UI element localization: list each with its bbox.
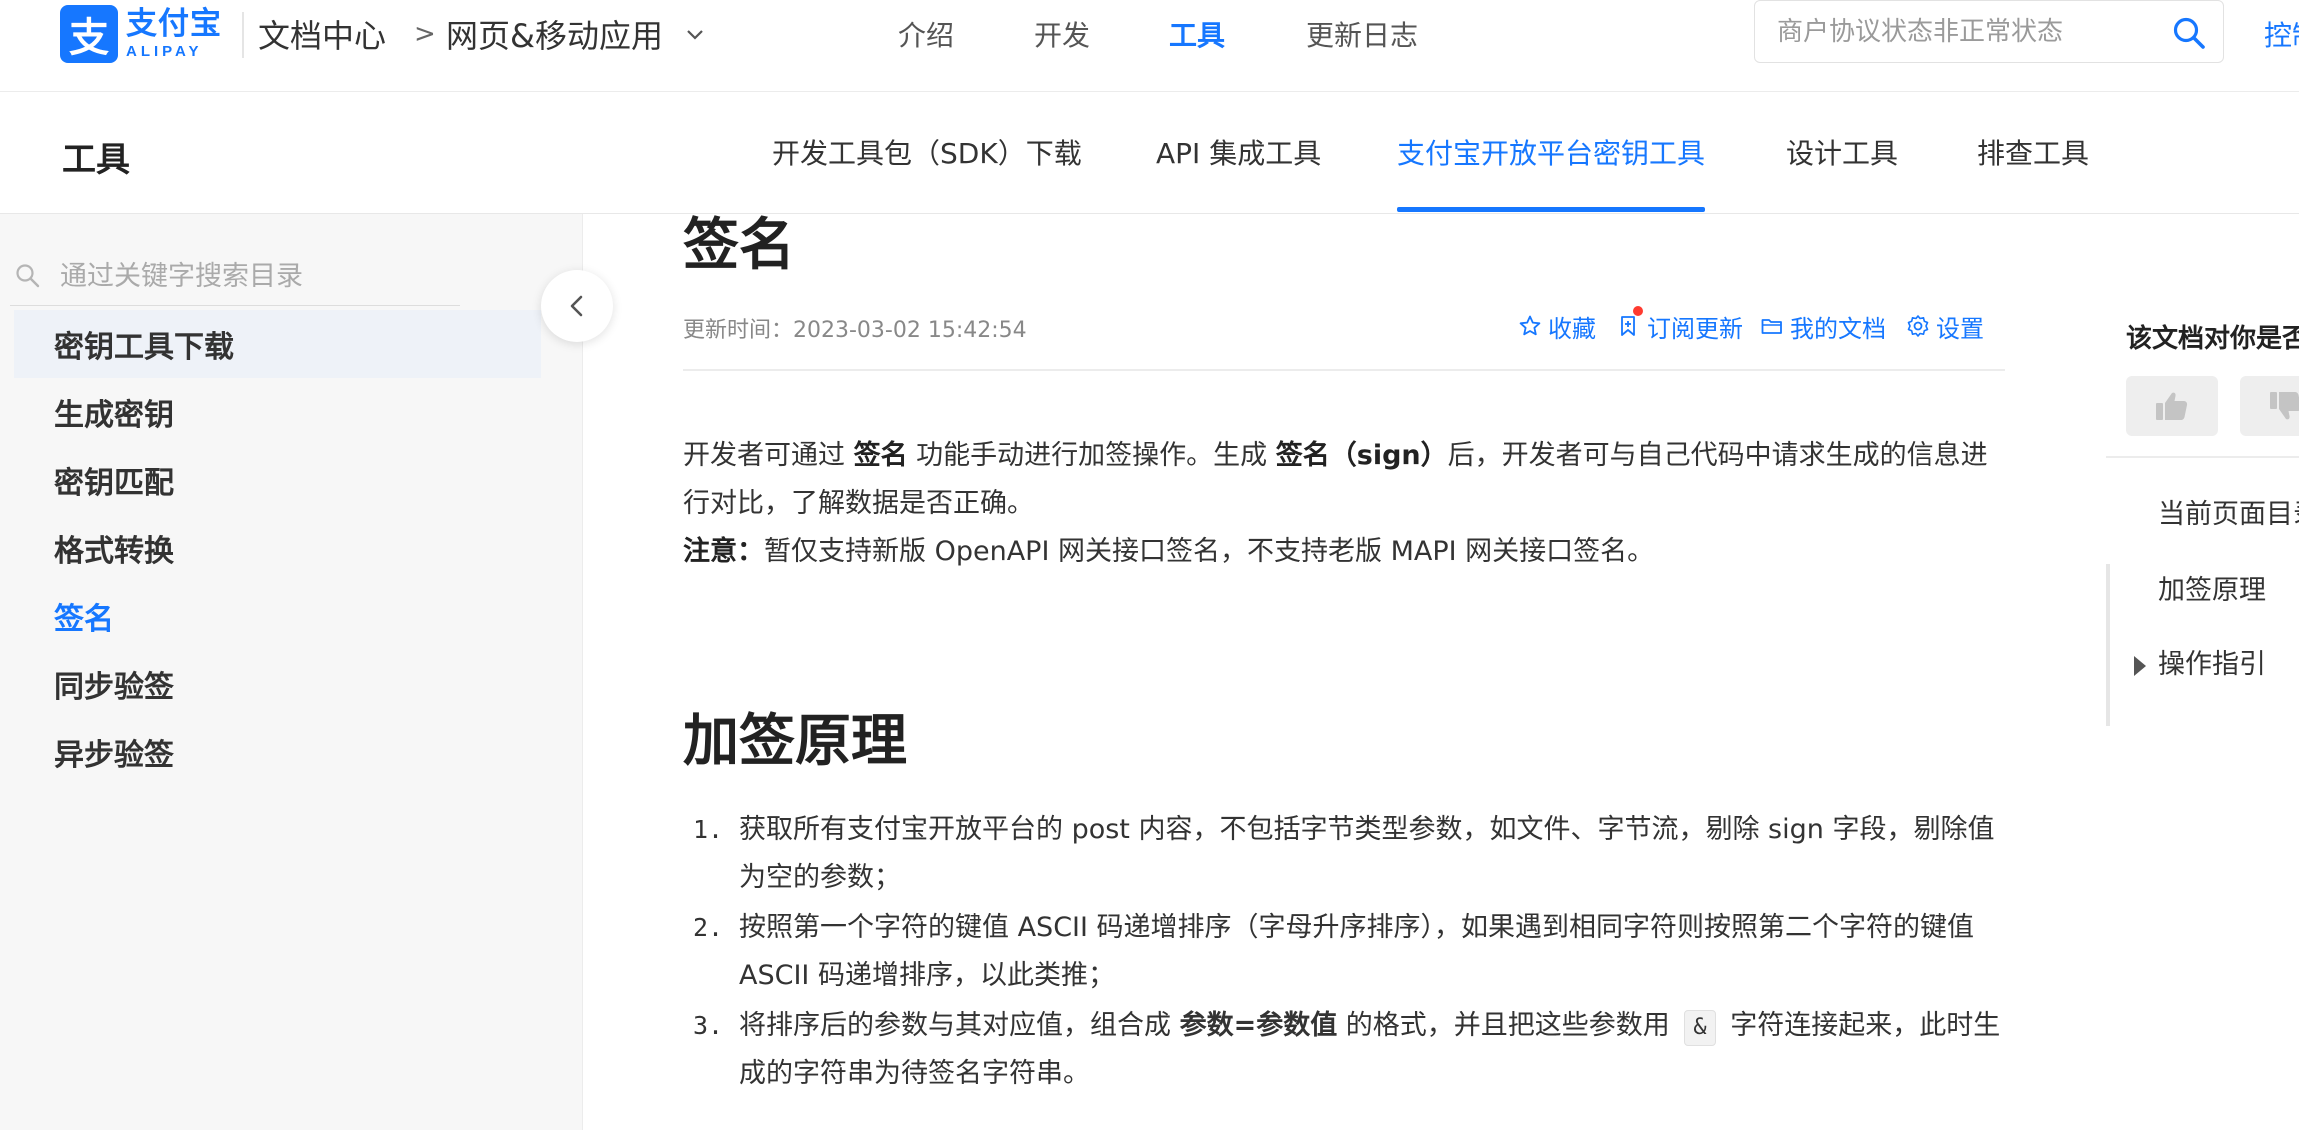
- nav-intro[interactable]: 介绍: [898, 12, 954, 56]
- thumbs-up-button[interactable]: [2126, 376, 2218, 436]
- header-search-input[interactable]: [1777, 11, 2157, 53]
- caret-right-icon[interactable]: [2134, 656, 2146, 676]
- toc-heading: 当前页面目录: [2158, 499, 2299, 530]
- sidebar-item-sync-verify[interactable]: 同步验签: [14, 650, 541, 718]
- nav-tools[interactable]: 工具: [1169, 12, 1225, 56]
- inline-code: &: [1684, 1010, 1716, 1046]
- active-tab-indicator: [1397, 207, 1705, 212]
- console-link[interactable]: 控制台: [2264, 12, 2299, 56]
- list-item: 3. 将排序后的参数与其对应值，组合成 参数=参数值 的格式，并且把这些参数用 &…: [693, 1010, 2001, 1089]
- notification-dot: [1633, 306, 1643, 316]
- logo-cn: 支付宝: [126, 6, 222, 42]
- note-text: 暂仅支持新版 OpenAPI 网关接口签名，不支持老版 MAPI 网关接口签名。: [764, 536, 1655, 567]
- tools-header: 工具 开发工具包（SDK）下载 API 集成工具 支付宝开放平台密钥工具 设计工…: [0, 92, 2299, 214]
- star-icon: [1519, 315, 1541, 336]
- sidebar-search: [10, 250, 460, 306]
- sidebar-item-sign[interactable]: 签名: [14, 582, 541, 650]
- search-icon: [16, 264, 40, 288]
- tab-design-tools[interactable]: 设计工具: [1786, 132, 1898, 172]
- header-search: [1754, 0, 2224, 63]
- sidebar-item-generate-key[interactable]: 生成密钥: [14, 378, 541, 446]
- update-time: 更新时间：2023-03-02 15:42:54: [683, 318, 1027, 343]
- intro-paragraph: 开发者可通过 签名 功能手动进行加签操作。生成 签名（sign）后，开发者可与自…: [683, 440, 1988, 567]
- tab-api-tools[interactable]: API 集成工具: [1156, 132, 1321, 172]
- list-item: 1. 获取所有支付宝开放平台的 post 内容，不包括字节类型参数，如文件、字节流…: [693, 814, 1995, 893]
- sidebar-item-key-download[interactable]: 密钥工具下载: [14, 310, 541, 378]
- thumbs-up-icon: [2156, 392, 2188, 420]
- sidebar-item-key-match[interactable]: 密钥匹配: [14, 446, 541, 514]
- doc-content: 签名 更新时间：2023-03-02 15:42:54 收藏 订阅更新 我的文档…: [583, 214, 2083, 1130]
- meta-divider: [683, 369, 2005, 371]
- header-divider: [242, 12, 244, 58]
- favorite-button[interactable]: 收藏: [1518, 310, 1596, 343]
- sidebar-search-input[interactable]: [60, 256, 450, 296]
- thumbs-down-icon: [2270, 392, 2299, 420]
- breadcrumb-separator: >: [414, 19, 436, 49]
- breadcrumb-product[interactable]: 网页&移动应用: [446, 12, 663, 56]
- page-title: 签名: [683, 214, 795, 278]
- alipay-logo-icon: 支: [60, 5, 118, 63]
- section-title: 工具: [62, 140, 130, 180]
- logo-en: ALIPAY: [126, 43, 203, 60]
- note-label: 注意：: [683, 536, 764, 567]
- sidebar-menu: 密钥工具下载 生成密钥 密钥匹配 格式转换 签名 同步验签 异步验签: [14, 310, 541, 786]
- collapse-sidebar-button[interactable]: [541, 270, 613, 342]
- sidebar-item-format-convert[interactable]: 格式转换: [14, 514, 541, 582]
- my-docs-button[interactable]: 我的文档: [1760, 310, 1886, 343]
- bookmark-icon: [1621, 316, 1635, 336]
- folder-icon: [1761, 319, 1782, 334]
- settings-button[interactable]: 设置: [1906, 310, 1984, 343]
- breadcrumb-docs[interactable]: 文档中心: [258, 12, 386, 56]
- top-header: 支 支付宝 ALIPAY 文档中心 > 网页&移动应用 介绍 开发 工具 更新日…: [0, 0, 2299, 92]
- nav-changelog[interactable]: 更新日志: [1306, 12, 1418, 56]
- tab-key-tool[interactable]: 支付宝开放平台密钥工具: [1397, 132, 1705, 172]
- steps-list: 1. 获取所有支付宝开放平台的 post 内容，不包括字节类型参数，如文件、字节流…: [683, 806, 2013, 1100]
- feedback-question: 该文档对你是否有帮助？: [2126, 324, 2299, 354]
- list-item: 2. 按照第一个字符的键值 ASCII 码递增排序（字母升序排序），如果遇到相同字…: [693, 912, 1975, 991]
- toc-item-operation-guide[interactable]: 操作指引: [2158, 642, 2266, 681]
- toc-track: [2106, 564, 2110, 726]
- section-heading: 加签原理: [683, 709, 907, 774]
- right-panel: 该文档对你是否有帮助？ 当前页面目录 加签原理 操作指引: [2106, 214, 2299, 1130]
- chevron-down-icon[interactable]: [684, 12, 706, 56]
- search-icon[interactable]: [2171, 15, 2207, 51]
- alipay-logo[interactable]: 支 支付宝 ALIPAY: [60, 4, 222, 64]
- sidebar-item-async-verify[interactable]: 异步验签: [14, 718, 541, 786]
- tab-sdk-download[interactable]: 开发工具包（SDK）下载: [772, 132, 1082, 172]
- nav-develop[interactable]: 开发: [1034, 12, 1090, 56]
- sidebar: 密钥工具下载 生成密钥 密钥匹配 格式转换 签名 同步验签 异步验签: [0, 214, 583, 1130]
- gear-icon: [1907, 315, 1929, 337]
- thumbs-down-button[interactable]: [2240, 376, 2299, 436]
- chevron-left-icon: [570, 295, 583, 317]
- toc-item-signing-principle[interactable]: 加签原理: [2158, 568, 2266, 607]
- right-divider: [2106, 456, 2299, 458]
- tab-debug-tools[interactable]: 排查工具: [1977, 132, 2089, 172]
